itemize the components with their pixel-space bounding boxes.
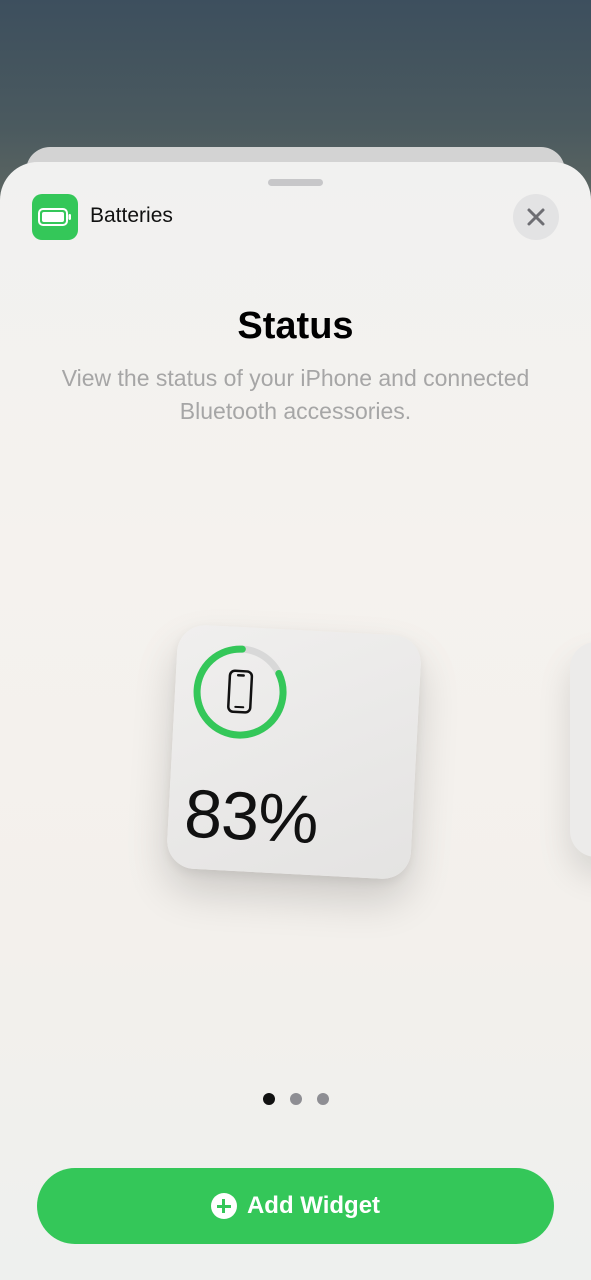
battery-icon: [38, 208, 71, 226]
page-dot-1[interactable]: [263, 1093, 275, 1105]
page-dot-2[interactable]: [290, 1093, 302, 1105]
widget-gallery-sheet: Batteries Status View the status of your…: [0, 162, 591, 1280]
add-widget-button[interactable]: Add Widget: [37, 1168, 554, 1244]
sheet-grabber[interactable]: [268, 179, 323, 186]
app-name: Batteries: [90, 204, 173, 227]
page-dot-3[interactable]: [317, 1093, 329, 1105]
close-icon: [527, 208, 545, 226]
next-widget-preview[interactable]: [570, 642, 591, 857]
widget-title: Status: [237, 305, 354, 347]
battery-percent: 83%: [182, 775, 320, 859]
widget-description: View the status of your iPhone and conne…: [61, 365, 530, 424]
add-widget-label: Add Widget: [246, 1192, 381, 1219]
battery-ring: [193, 645, 287, 739]
close-button[interactable]: [513, 194, 559, 240]
plus-circle-icon: [210, 1193, 237, 1219]
battery-widget-preview[interactable]: 83%: [165, 623, 423, 881]
iphone-icon: [227, 669, 254, 714]
battery-app-icon: [32, 194, 78, 240]
